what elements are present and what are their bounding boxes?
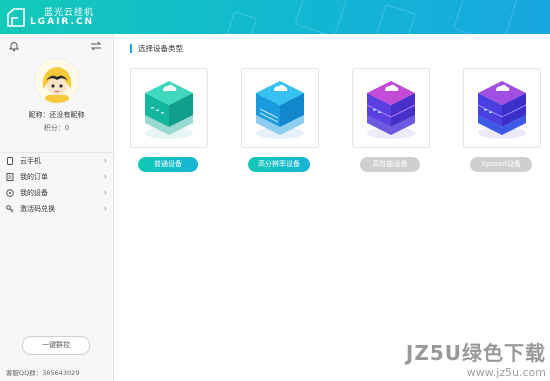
title-decoration xyxy=(375,3,417,34)
sidebar-menu: 云手机 › 我的订单 › 我的设备 › 激活码兑换 › xyxy=(0,152,113,217)
server-blue-icon xyxy=(256,81,304,139)
nickname: 昵称：还没有昵称 xyxy=(28,111,85,119)
sidebar: 昵称：还没有昵称 积分：0 云手机 › 我的订单 › 我的设备 › 激活码兑换 … xyxy=(0,34,114,381)
device-card-xposed[interactable] xyxy=(463,68,541,148)
title-decoration xyxy=(453,0,519,34)
title-decoration xyxy=(226,10,258,34)
chevron-right-icon: › xyxy=(103,188,107,197)
points: 积分：0 xyxy=(43,124,70,132)
server-green-icon xyxy=(145,81,193,139)
device-button-high-perf[interactable]: 高性能设备 xyxy=(360,157,420,172)
sidebar-item-label: 我的设备 xyxy=(20,189,48,197)
chevron-right-icon: › xyxy=(103,172,107,181)
main-panel: 选择设备类型 普通设备 高分辨率设备 高性能设备 Xposed设备 xyxy=(114,34,550,381)
watermark-text: JZ5U绿色下载 xyxy=(405,341,546,365)
device-button-normal[interactable]: 普通设备 xyxy=(138,157,198,172)
device-icon xyxy=(6,189,14,197)
title-bar: 蓝光云挂机 LGAIR.CN xyxy=(0,0,550,34)
sidebar-item-cloud-phone[interactable]: 云手机 › xyxy=(0,153,113,169)
server-violet-icon xyxy=(477,81,527,139)
title-decoration xyxy=(294,0,348,34)
qq-group: 客服QQ群：365643029 xyxy=(6,369,80,377)
chevron-right-icon: › xyxy=(103,156,107,165)
device-card-high-res[interactable] xyxy=(241,68,319,148)
device-button-high-res[interactable]: 高分辨率设备 xyxy=(248,157,310,172)
avatar[interactable] xyxy=(34,58,80,104)
sidebar-item-orders[interactable]: 我的订单 › xyxy=(0,169,113,185)
app-domain: LGAIR.CN xyxy=(30,17,95,27)
logo-icon xyxy=(7,8,25,27)
app-logo: 蓝光云挂机 LGAIR.CN xyxy=(6,4,116,32)
device-button-xposed[interactable]: Xposed设备 xyxy=(470,157,532,172)
device-card-normal[interactable] xyxy=(130,68,208,148)
order-icon xyxy=(6,173,14,181)
avatar-illustration xyxy=(35,59,79,103)
watermark-url: www.jz5u.com xyxy=(466,366,546,379)
one-click-control-button[interactable]: 一键群控 xyxy=(22,336,90,355)
device-card-high-perf[interactable] xyxy=(352,68,430,148)
sidebar-item-devices[interactable]: 我的设备 › xyxy=(0,185,113,201)
key-icon xyxy=(6,205,14,213)
watermark: JZ5U绿色下载 www.jz5u.com xyxy=(406,337,546,379)
sidebar-item-label: 激活码兑换 xyxy=(20,205,55,213)
sidebar-item-label: 云手机 xyxy=(20,157,41,165)
server-purple-icon xyxy=(366,81,416,139)
section-title: 选择设备类型 xyxy=(130,44,183,53)
swap-icon[interactable] xyxy=(90,40,102,52)
phone-icon xyxy=(7,157,13,165)
chevron-right-icon: › xyxy=(103,204,107,213)
sidebar-item-label: 我的订单 xyxy=(20,173,48,181)
sidebar-item-activation[interactable]: 激活码兑换 › xyxy=(0,201,113,217)
bell-icon[interactable] xyxy=(8,40,20,52)
